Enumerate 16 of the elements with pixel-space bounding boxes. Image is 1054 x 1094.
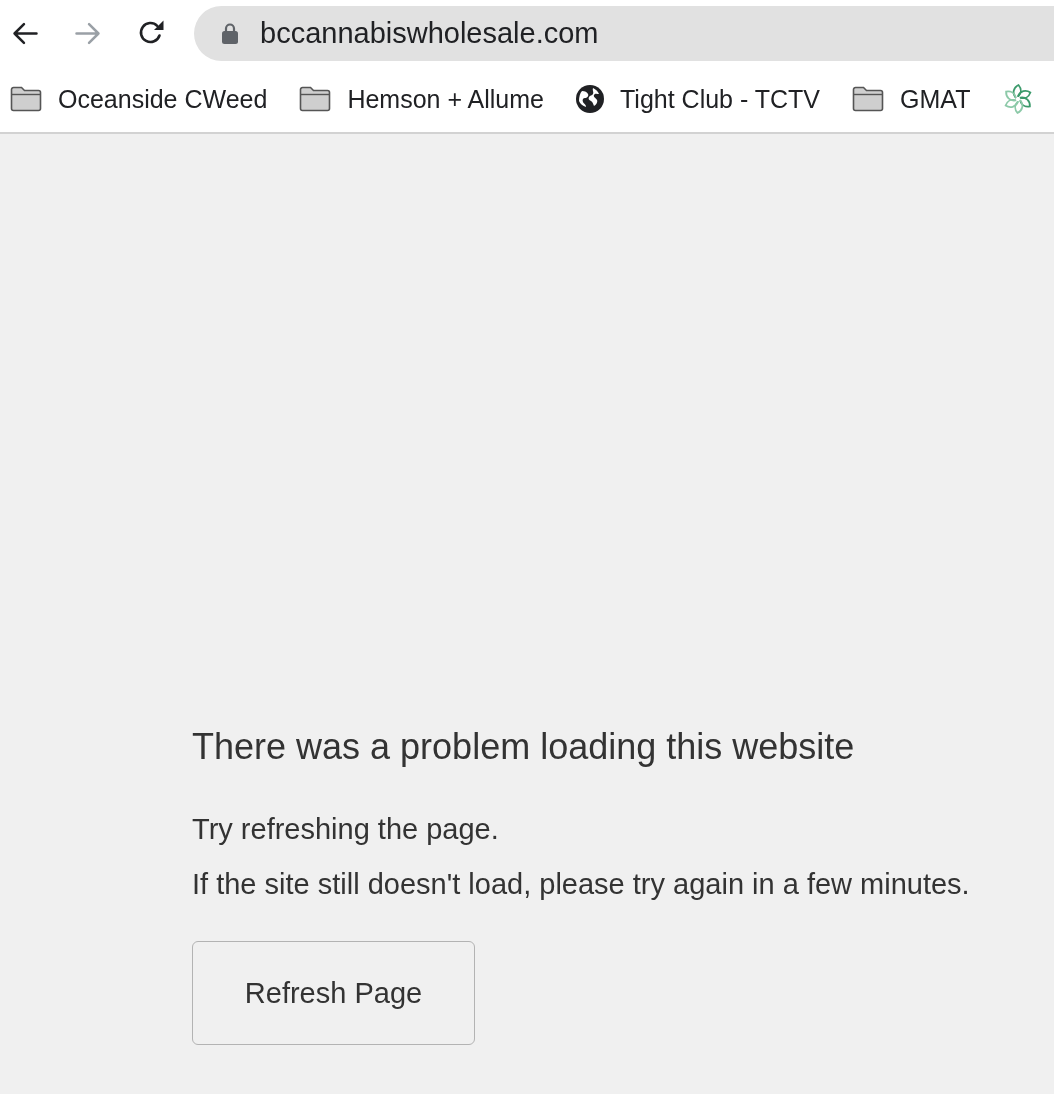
right-arrow-icon xyxy=(75,21,101,45)
reload-icon xyxy=(138,20,164,46)
bookmark-item[interactable]: GMAT xyxy=(852,84,971,114)
address-bar[interactable]: bccannabiswholesale.com xyxy=(194,5,1054,61)
folder-icon xyxy=(299,86,332,112)
folder-icon xyxy=(852,86,885,112)
bookmark-item[interactable]: Hemson + Allume xyxy=(299,84,544,114)
bookmark-item[interactable]: Oceanside CWeed xyxy=(10,84,268,114)
globe-icon xyxy=(576,85,604,113)
error-message: If the site still doesn't load, please try again in a few minutes. xyxy=(192,867,970,901)
folder-icon xyxy=(10,86,42,112)
refresh-page-button[interactable]: Refresh Page xyxy=(192,941,475,1045)
error-message: Try refreshing the page. xyxy=(192,812,499,846)
error-heading: There was a problem loading this website xyxy=(192,726,855,768)
left-arrow-icon xyxy=(12,21,38,45)
bookmark-item[interactable]: Tight Club - TCTV xyxy=(576,84,821,114)
